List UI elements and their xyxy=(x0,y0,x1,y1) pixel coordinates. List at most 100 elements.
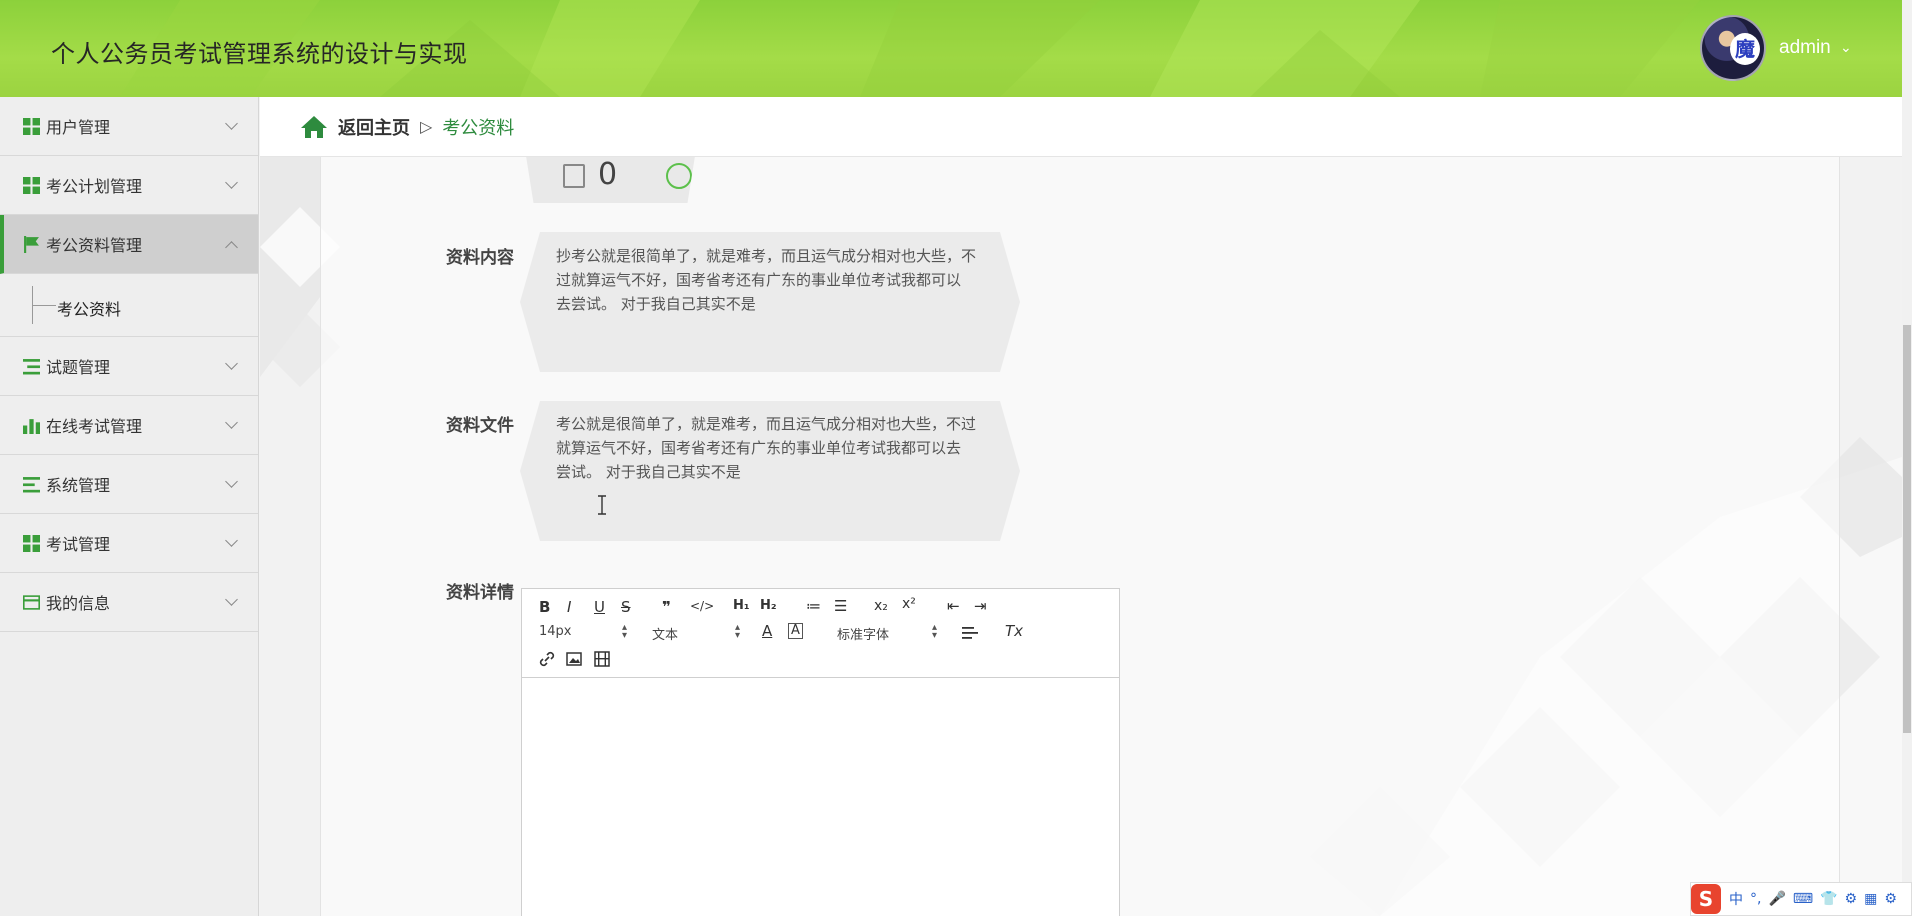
detail-label: 资料详情 xyxy=(446,583,514,603)
sidebar-item-system-management[interactable]: 系统管理 xyxy=(0,455,258,514)
sidebar-item-label: 考公计划管理 xyxy=(46,177,143,196)
user-avatar[interactable]: 魔 xyxy=(1700,15,1766,81)
app-title: 个人公务员考试管理系统的设计与实现 xyxy=(51,40,468,68)
sidebar-item-label: 我的信息 xyxy=(46,594,111,613)
settings-icon[interactable]: ⚙ xyxy=(1884,891,1897,907)
strike-button[interactable]: S xyxy=(621,598,631,616)
tree-line xyxy=(32,305,56,306)
ime-toolbar[interactable]: S 中 °, 🎤 ⌨ 👕 ⚙ ▦ ⚙ xyxy=(1690,882,1912,916)
sogou-logo-icon[interactable]: S xyxy=(1691,884,1721,914)
editor-content-area[interactable] xyxy=(522,678,1119,916)
chevron-down-icon xyxy=(225,416,238,429)
chevron-down-icon xyxy=(225,117,238,130)
bar-chart-icon xyxy=(23,418,40,434)
text-cursor-icon xyxy=(598,495,606,515)
file-icon xyxy=(563,164,585,188)
block-format-value: 文本 xyxy=(652,628,679,643)
chevron-down-icon[interactable]: ⌄ xyxy=(1840,40,1852,56)
sidebar-item-online-exam-management[interactable]: 在线考试管理 xyxy=(0,396,258,455)
blockquote-button[interactable]: ❞ xyxy=(662,598,671,616)
sidebar-item-label: 考试管理 xyxy=(46,535,111,554)
underline-button[interactable]: U xyxy=(594,598,605,616)
code-block-button[interactable]: </> xyxy=(690,599,714,613)
clear-format-button[interactable]: Tx xyxy=(1005,622,1023,640)
home-icon[interactable] xyxy=(300,115,328,139)
keyboard-icon[interactable]: ⌨ xyxy=(1793,891,1813,907)
image-icon[interactable] xyxy=(566,651,582,667)
sidebar-item-materials-management[interactable]: 考公资料管理 xyxy=(0,215,258,274)
chevron-down-icon xyxy=(225,475,238,488)
select-arrows-icon: ▴ ▾ xyxy=(734,622,740,641)
video-icon[interactable] xyxy=(594,651,610,667)
font-family-select[interactable]: 标准字体 ▴ ▾ xyxy=(837,623,937,644)
heading2-button[interactable]: H₂ xyxy=(760,598,777,613)
chevron-up-icon xyxy=(225,241,238,254)
sidebar-item-label: 考公资料管理 xyxy=(46,236,143,255)
sidebar-item-label: 系统管理 xyxy=(46,476,111,495)
sidebar-item-label: 在线考试管理 xyxy=(46,417,143,436)
font-size-select[interactable]: 14px ▴ ▾ xyxy=(539,622,627,641)
indent-button[interactable]: ⇥ xyxy=(974,597,987,615)
sidebar-subitem-materials[interactable]: 考公资料 xyxy=(0,274,258,337)
sidebar-subitem-label: 考公资料 xyxy=(57,300,122,319)
link-icon[interactable] xyxy=(539,651,555,667)
align-icon[interactable] xyxy=(962,626,978,640)
block-format-select[interactable]: 文本 ▴ ▾ xyxy=(652,622,740,644)
breadcrumb-current: 考公资料 xyxy=(442,117,515,139)
content-label: 资料内容 xyxy=(446,248,514,268)
background-color-button[interactable]: A xyxy=(788,623,803,639)
chevron-down-icon xyxy=(225,357,238,370)
username-dropdown[interactable]: admin xyxy=(1779,37,1831,59)
ordered-list-button[interactable]: ≔ xyxy=(806,597,821,615)
content-text-line: 去尝试。 对于我自己其实不是 xyxy=(556,295,756,313)
sidebar-item-label: 试题管理 xyxy=(46,358,111,377)
file-text-line: 考公就是很简单了，就是难考，而且运气成分相对也大些，不过 xyxy=(556,415,977,433)
menu-icon xyxy=(23,476,40,492)
font-family-value: 标准字体 xyxy=(837,628,890,643)
main-content: 返回主页 ▷ 考公资料 0 资料内容 抄考公就是很简单了，就是难考，而且运气成分… xyxy=(260,97,1902,916)
subscript-button[interactable]: x₂ xyxy=(874,598,888,614)
flag-icon xyxy=(24,235,39,253)
outdent-button[interactable]: ⇤ xyxy=(947,597,960,615)
sidebar-item-question-management[interactable]: 试题管理 xyxy=(0,337,258,396)
breadcrumb: 返回主页 ▷ 考公资料 xyxy=(260,97,1902,157)
sidebar-item-user-management[interactable]: 用户管理 xyxy=(0,97,258,156)
skin-icon[interactable]: 👕 xyxy=(1820,891,1837,907)
content-text-line: 过就算运气不好，国考省考还有广东的事业单位考试我都可以 xyxy=(556,271,962,289)
editor-toolbar: B I U S ❞ </> H₁ H₂ ≔ ☰ x₂ x² ⇤ ⇥ 14px ▴… xyxy=(522,589,1119,678)
grid-icon xyxy=(23,117,40,135)
page-scrollbar[interactable] xyxy=(1902,0,1912,916)
italic-button[interactable]: I xyxy=(567,598,571,616)
select-arrows-icon: ▴ ▾ xyxy=(621,622,627,641)
content-text-line: 抄考公就是很简单了，就是难考，而且运气成分相对也大些，不 xyxy=(556,247,977,265)
chevron-down-icon xyxy=(225,176,238,189)
avatar-badge: 魔 xyxy=(1730,33,1760,65)
upload-icon[interactable] xyxy=(666,163,692,189)
tools-icon[interactable]: ⚙ xyxy=(1845,891,1858,907)
grid-icon xyxy=(23,176,40,194)
ime-chinese-mode[interactable]: 中 xyxy=(1729,889,1743,909)
sidebar-menu: 用户管理 考公计划管理 考公资料管理 考公资料 试题管理 在线考试管理 系统管理… xyxy=(0,97,259,916)
file-label: 资料文件 xyxy=(446,416,514,436)
bullet-list-button[interactable]: ☰ xyxy=(834,597,847,615)
ime-punctuation-icon[interactable]: °, xyxy=(1750,891,1761,907)
sidebar-item-my-info[interactable]: 我的信息 xyxy=(0,573,258,632)
sidebar-item-exam-management[interactable]: 考试管理 xyxy=(0,514,258,573)
top-header: 个人公务员考试管理系统的设计与实现 魔 admin ⌄ xyxy=(0,0,1902,97)
breadcrumb-home-link[interactable]: 返回主页 xyxy=(338,114,410,140)
microphone-icon[interactable]: 🎤 xyxy=(1768,891,1785,907)
font-size-value: 14px xyxy=(539,624,572,639)
chevron-down-icon xyxy=(225,534,238,547)
superscript-button[interactable]: x² xyxy=(902,596,916,612)
sidebar-item-plan-management[interactable]: 考公计划管理 xyxy=(0,156,258,215)
breadcrumb-separator: ▷ xyxy=(420,117,433,136)
file-count-value: 0 xyxy=(598,157,618,192)
heading1-button[interactable]: H₁ xyxy=(733,598,750,613)
card-icon xyxy=(23,594,40,610)
font-color-button[interactable]: A xyxy=(762,622,772,640)
grid-icon[interactable]: ▦ xyxy=(1864,891,1877,907)
grid-icon xyxy=(23,534,40,552)
bold-button[interactable]: B xyxy=(539,598,550,616)
scrollbar-thumb[interactable] xyxy=(1903,325,1911,733)
list-icon xyxy=(23,358,40,374)
